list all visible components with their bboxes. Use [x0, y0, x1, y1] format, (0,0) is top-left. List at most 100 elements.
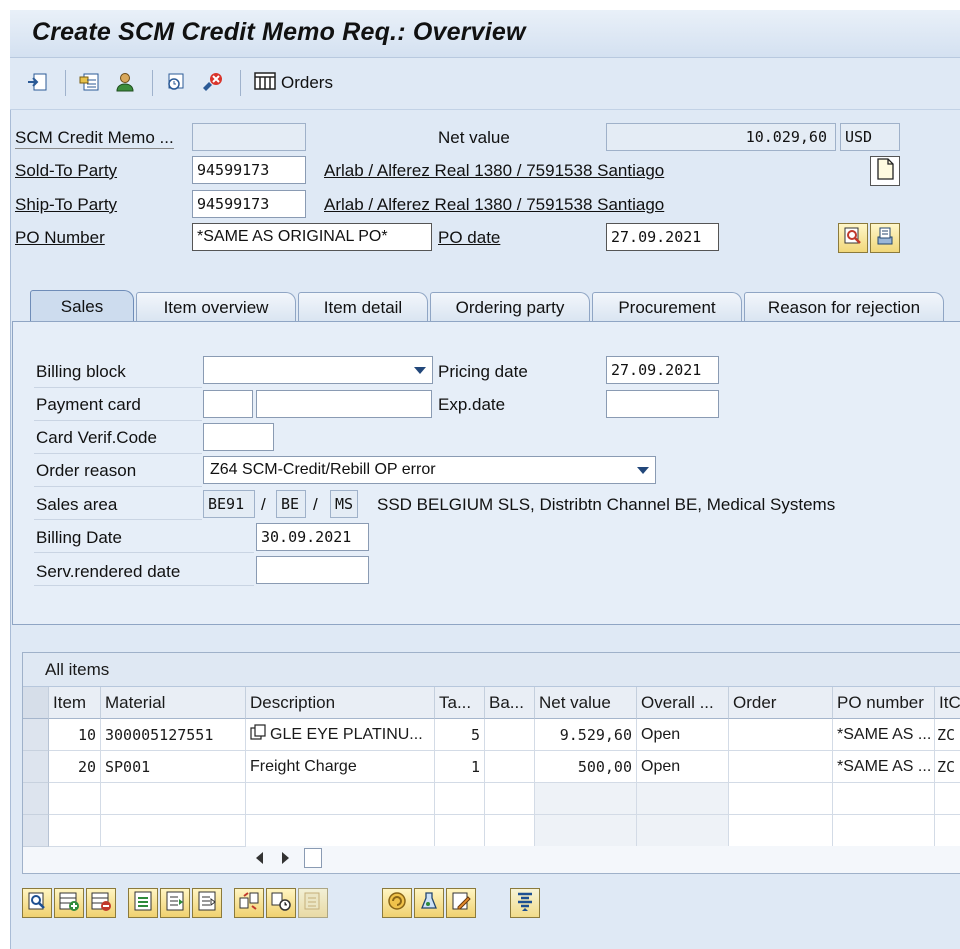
po-number-cell[interactable]: *SAME AS ... — [833, 719, 935, 751]
item-category-cell[interactable]: ZC — [935, 719, 960, 751]
scroll-left-icon[interactable] — [256, 852, 263, 864]
po-date-label[interactable]: PO date — [438, 228, 500, 248]
billing-date-label: Billing Date — [36, 528, 122, 547]
tab-ordering-party[interactable]: Ordering party — [430, 292, 590, 322]
row-selector[interactable] — [23, 783, 49, 815]
empty-cell[interactable] — [435, 815, 485, 847]
availability-button[interactable] — [382, 888, 412, 918]
tab-sales[interactable]: Sales — [30, 290, 134, 322]
exp-date-label: Exp.date — [438, 395, 506, 414]
column-header-po-number[interactable]: PO number — [833, 687, 935, 719]
payment-card-number-input[interactable] — [256, 390, 432, 418]
orders-from-document-icon[interactable] — [165, 71, 187, 93]
description-cell[interactable]: Freight Charge — [246, 751, 435, 783]
column-header-item[interactable]: Item — [49, 687, 101, 719]
edit-item-button[interactable] — [446, 888, 476, 918]
tab-procurement[interactable]: Procurement — [592, 292, 742, 322]
base-unit-cell[interactable] — [485, 719, 535, 751]
po-number-label[interactable]: PO Number — [15, 228, 105, 248]
application-toolbar: Orders — [10, 58, 960, 110]
column-header-target-qty[interactable]: Ta... — [435, 687, 485, 719]
po-number-cell[interactable]: *SAME AS ... — [833, 751, 935, 783]
order-cell[interactable] — [729, 751, 833, 783]
print-document-button[interactable] — [870, 223, 900, 253]
item-partner-button[interactable] — [234, 888, 264, 918]
order-cell[interactable] — [729, 719, 833, 751]
column-header-net-value[interactable]: Net value — [535, 687, 637, 719]
business-data-header-icon[interactable] — [78, 71, 100, 93]
billing-date-input[interactable]: 30.09.2021 — [256, 523, 369, 551]
empty-cell[interactable] — [246, 783, 435, 815]
tab-reason-for-rejection[interactable]: Reason for rejection — [744, 292, 944, 322]
deselect-all-button[interactable] — [192, 888, 222, 918]
empty-cell[interactable] — [49, 815, 101, 847]
empty-cell[interactable] — [729, 783, 833, 815]
empty-cell[interactable] — [49, 783, 101, 815]
column-header-base-unit[interactable]: Ba... — [485, 687, 535, 719]
select-all-button[interactable] — [128, 888, 158, 918]
horizontal-scrollbar[interactable] — [246, 846, 960, 870]
target-qty-cell[interactable]: 5 — [435, 719, 485, 751]
item-copy-button[interactable] — [298, 888, 328, 918]
column-header-item-category[interactable]: ItC — [935, 687, 960, 719]
empty-cell[interactable] — [729, 815, 833, 847]
payment-card-type-input[interactable] — [203, 390, 253, 418]
column-header-overall-status[interactable]: Overall ... — [637, 687, 729, 719]
select-block-button[interactable] — [160, 888, 190, 918]
material-input[interactable]: SP001 — [101, 751, 246, 783]
empty-cell[interactable] — [485, 815, 535, 847]
sold-to-input[interactable]: 94599173 — [192, 156, 306, 184]
delete-row-button[interactable] — [86, 888, 116, 918]
scroll-right-icon[interactable] — [282, 852, 289, 864]
ship-to-input[interactable]: 94599173 — [192, 190, 306, 218]
configuration-button[interactable] — [414, 888, 444, 918]
column-header-description[interactable]: Description — [246, 687, 435, 719]
po-number-input[interactable]: *SAME AS ORIGINAL PO* — [192, 223, 432, 251]
empty-cell[interactable] — [435, 783, 485, 815]
select-all-rows-cell[interactable] — [23, 687, 49, 719]
row-selector[interactable] — [23, 751, 49, 783]
material-input[interactable]: 300005127551 — [101, 719, 246, 751]
sold-to-label[interactable]: Sold-To Party — [15, 161, 117, 181]
ship-to-label[interactable]: Ship-To Party — [15, 195, 117, 215]
items-table: All items Item Material Description Ta..… — [22, 652, 960, 874]
sold-to-description[interactable]: Arlab / Alferez Real 1380 / 7591538 Sant… — [324, 161, 664, 181]
item-category-cell[interactable]: ZC — [935, 751, 960, 783]
empty-cell[interactable] — [833, 815, 935, 847]
exp-date-input[interactable] — [606, 390, 719, 418]
column-header-material[interactable]: Material — [101, 687, 246, 719]
empty-cell[interactable] — [935, 783, 960, 815]
empty-cell[interactable] — [935, 815, 960, 847]
order-reason-dropdown[interactable]: Z64 SCM-Credit/Rebill OP error — [203, 456, 656, 484]
billing-block-dropdown[interactable] — [203, 356, 433, 384]
column-header-order[interactable]: Order — [729, 687, 833, 719]
item-conditions-button[interactable] — [266, 888, 296, 918]
ship-to-description[interactable]: Arlab / Alferez Real 1380 / 7591538 Sant… — [324, 195, 664, 215]
row-selector[interactable] — [23, 815, 49, 847]
row-selector[interactable] — [23, 719, 49, 751]
scroll-thumb[interactable] — [304, 848, 322, 868]
description-cell[interactable]: GLE EYE PLATINU... — [246, 719, 435, 751]
empty-cell[interactable] — [101, 815, 246, 847]
serv-rendered-date-input[interactable] — [256, 556, 369, 584]
display-other-document-icon[interactable] — [26, 71, 48, 93]
empty-cell[interactable] — [101, 783, 246, 815]
po-date-input[interactable]: 27.09.2021 — [606, 223, 719, 251]
empty-cell[interactable] — [833, 783, 935, 815]
orders-button[interactable]: Orders — [254, 70, 333, 96]
cancel-document-icon[interactable] — [201, 71, 223, 93]
base-unit-cell[interactable] — [485, 751, 535, 783]
tab-item-overview[interactable]: Item overview — [136, 292, 296, 322]
target-qty-cell[interactable]: 1 — [435, 751, 485, 783]
empty-cell[interactable] — [246, 815, 435, 847]
empty-cell[interactable] — [485, 783, 535, 815]
search-document-button[interactable] — [838, 223, 868, 253]
card-verif-code-input[interactable] — [203, 423, 274, 451]
pricing-date-input[interactable]: 27.09.2021 — [606, 356, 719, 384]
item-details-button[interactable] — [22, 888, 52, 918]
tab-item-detail[interactable]: Item detail — [298, 292, 428, 322]
item-structure-button[interactable] — [510, 888, 540, 918]
document-flow-button[interactable] — [870, 156, 900, 186]
insert-row-button[interactable] — [54, 888, 84, 918]
partner-icon[interactable] — [114, 71, 136, 93]
